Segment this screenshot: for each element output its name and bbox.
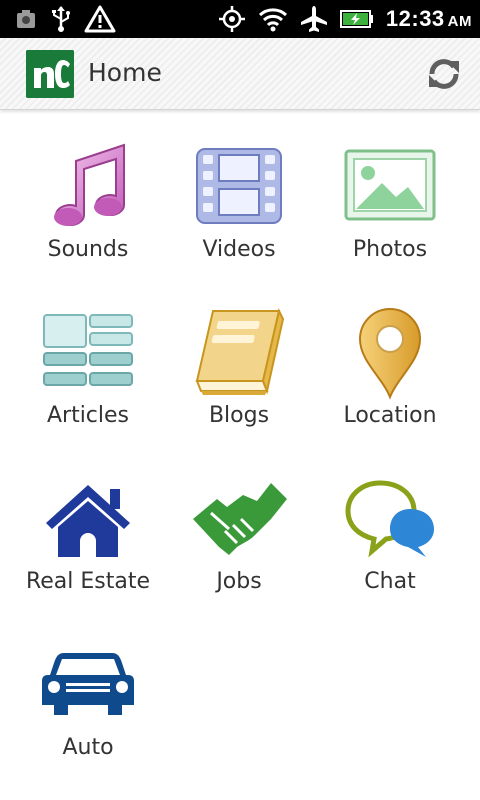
tile-real-estate[interactable]: Real Estate <box>13 473 163 623</box>
battery-charging-icon <box>339 10 373 28</box>
car-icon <box>42 653 134 715</box>
tile-label: Jobs <box>216 569 262 594</box>
app-logo-icon <box>26 50 74 98</box>
status-bar-notifications <box>14 4 116 34</box>
tile-label: Auto <box>62 735 114 760</box>
tile-articles[interactable]: Articles <box>13 307 163 457</box>
film-icon <box>196 148 282 224</box>
page-title: Home <box>88 58 162 87</box>
notebook-icon <box>195 308 285 395</box>
music-note-icon <box>54 143 126 227</box>
warning-icon <box>84 5 116 33</box>
tile-videos[interactable]: Videos <box>164 141 314 291</box>
tile-sounds[interactable]: Sounds <box>13 141 163 291</box>
screenshot-icon <box>17 10 35 28</box>
tile-label: Real Estate <box>25 569 151 594</box>
action-bar: Home <box>0 38 480 110</box>
wifi-icon <box>258 8 287 32</box>
refresh-button[interactable] <box>424 54 464 94</box>
refresh-icon <box>429 59 459 89</box>
chat-bubbles-icon <box>345 480 434 558</box>
usb-icon <box>52 6 70 32</box>
tile-photos[interactable]: Photos <box>315 141 465 291</box>
house-icon <box>46 485 130 557</box>
map-pin-icon <box>358 308 422 400</box>
handshake-icon <box>193 483 287 555</box>
status-bar-system: 12:33 AM <box>218 4 472 34</box>
clock-time: 12:33 <box>385 6 445 31</box>
gps-icon <box>218 6 245 32</box>
tile-jobs[interactable]: Jobs <box>164 473 314 623</box>
tile-label: Chat <box>364 569 416 594</box>
clock: 12:33 AM <box>386 6 472 32</box>
clock-ampm: AM <box>447 13 472 30</box>
tile-label: Videos <box>202 237 276 262</box>
tile-blogs[interactable]: Blogs <box>164 307 314 457</box>
tile-label: Sounds <box>47 237 129 262</box>
tile-label: Location <box>343 403 437 428</box>
status-bar: 12:33 AM <box>0 0 480 38</box>
tile-chat[interactable]: Chat <box>315 473 465 623</box>
articles-icon <box>43 314 133 386</box>
tile-label: Blogs <box>208 403 270 428</box>
tile-location[interactable]: Location <box>315 307 465 457</box>
tile-label: Articles <box>46 403 130 428</box>
tile-auto[interactable]: Auto <box>13 639 163 789</box>
app-logo[interactable] <box>26 50 74 98</box>
airplane-icon <box>300 6 327 32</box>
tile-label: Photos <box>352 237 428 262</box>
photo-icon <box>344 149 436 221</box>
